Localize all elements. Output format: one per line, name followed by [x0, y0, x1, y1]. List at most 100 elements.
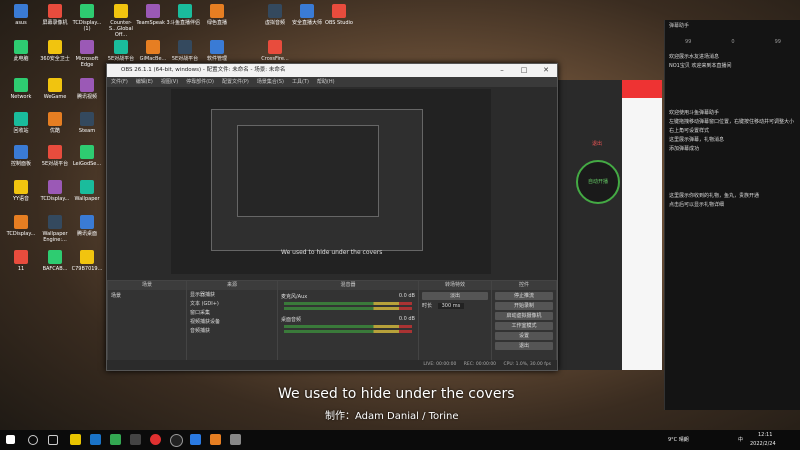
chat-tab[interactable]: 0: [731, 39, 734, 45]
douyu-icon[interactable]: [150, 434, 161, 445]
chat-tab[interactable]: 99: [775, 39, 781, 45]
desktop-icon[interactable]: 斗鱼直播伴侣: [168, 4, 202, 26]
volume-slider[interactable]: [284, 330, 412, 333]
desktop-icon[interactable]: Counter-S...Global Off...: [104, 4, 138, 38]
menu-item[interactable]: 场景集合(S): [257, 79, 284, 85]
desktop-icon[interactable]: 腾讯视频: [70, 78, 104, 100]
desktop-icon[interactable]: Wallpaper: [70, 180, 104, 202]
desktop-icon[interactable]: 控制面板: [4, 145, 38, 167]
source-item[interactable]: 显示器捕获: [187, 290, 277, 299]
live-assistant-window[interactable]: 自动开播 退出: [556, 80, 622, 370]
desktop-icon-label: 11: [17, 266, 25, 272]
desktop-icon[interactable]: 软件管理: [200, 40, 234, 62]
preview-canvas[interactable]: We used to hide under the covers: [171, 89, 491, 274]
app-icon[interactable]: [190, 434, 201, 445]
menu-item[interactable]: 帮助(H): [317, 79, 335, 85]
control-button[interactable]: 启动虚拟摄像机: [495, 312, 553, 320]
source-item[interactable]: 文本 (GDI+): [187, 299, 277, 308]
menu-item[interactable]: 工具(T): [292, 79, 309, 85]
desktop-icon-label: 腾讯桌面: [76, 231, 97, 237]
app-icon[interactable]: [210, 434, 221, 445]
desktop-icon-label: TeamSpeak 3: [136, 20, 170, 26]
exit-label[interactable]: 退出: [592, 140, 602, 147]
chat-message: NO1宝贝 欢迎来到本直播间: [669, 63, 732, 69]
start-icon[interactable]: [6, 435, 15, 444]
chat-message: 左键拖拽移动弹幕窗口位置，右键按住移动并可调整大小: [669, 119, 795, 125]
control-button[interactable]: 工作室模式: [495, 322, 553, 330]
auto-broadcast-button[interactable]: 自动开播: [576, 160, 620, 204]
transition-select[interactable]: 淡出: [422, 292, 488, 300]
volume-slider[interactable]: [284, 307, 412, 310]
app-icon[interactable]: [130, 434, 141, 445]
danmaku-assistant[interactable]: 弹幕助手 99 0 99 欢迎展示水友进场消息 NO1宝贝 欢迎来到本直播间 欢迎使用斗…: [664, 20, 800, 410]
controls-list: 停止推流开始录制启动虚拟摄像机 工作室模式设置退出: [492, 292, 556, 350]
source-item[interactable]: 视频捕获设备: [187, 317, 277, 326]
desktop-icon[interactable]: TCDisplay...(1): [70, 4, 104, 32]
desktop-icon[interactable]: 360安全卫士: [38, 40, 72, 62]
weather[interactable]: 9°C 晴朗: [668, 435, 689, 445]
control-button[interactable]: 开始录制: [495, 302, 553, 310]
desktop-icon[interactable]: 屏幕录像机: [38, 4, 72, 26]
duration-input[interactable]: 300 ms: [437, 303, 465, 309]
file-explorer-icon[interactable]: [70, 434, 81, 445]
desktop-icon[interactable]: OBS Studio: [322, 4, 356, 26]
desktop-icon[interactable]: GiMacBe...: [136, 40, 170, 62]
desktop-icon[interactable]: Microsoft Edge: [70, 40, 104, 68]
desktop-icon[interactable]: 11: [4, 250, 38, 272]
desktop-icon[interactable]: C79B7019...: [70, 250, 104, 272]
channel-name: 麦克风/Aux: [281, 294, 308, 300]
desktop-icon[interactable]: YY语音: [4, 180, 38, 202]
app-icon[interactable]: [110, 434, 121, 445]
chat-tab[interactable]: 99: [685, 39, 691, 45]
desktop-icon[interactable]: TCDisplay...: [4, 215, 38, 237]
desktop-icon[interactable]: LeiGodSe...: [70, 145, 104, 167]
desktop-icon[interactable]: WeGame: [38, 78, 72, 100]
obs-docks: 场景 场景 来源 显示器捕获 文本 (GDI+) 窗口采集 视频捕获设备 音频捕获 混音…: [107, 280, 557, 370]
desktop-icon[interactable]: BAFCAB...: [38, 250, 72, 272]
sources-list: 显示器捕获 文本 (GDI+) 窗口采集 视频捕获设备 音频捕获: [187, 290, 277, 335]
menu-item[interactable]: 配置文件(P): [222, 79, 249, 85]
desktop-icon-label: YY语音: [12, 196, 30, 202]
desktop-icon[interactable]: 绿色直播: [200, 4, 234, 26]
desktop-icon[interactable]: 5E对战平台: [168, 40, 202, 62]
edge-icon[interactable]: [90, 434, 101, 445]
minimize-icon[interactable]: –: [491, 64, 513, 77]
app-icon: [48, 40, 62, 54]
control-button[interactable]: 停止推流: [495, 292, 553, 300]
desktop-icon[interactable]: Network: [4, 78, 38, 100]
desktop-icon[interactable]: Steam: [70, 112, 104, 134]
desktop-icon[interactable]: 5E对战平台: [104, 40, 138, 62]
desktop-icon[interactable]: 回收站: [4, 112, 38, 134]
desktop-icon[interactable]: TCDisplay...: [38, 180, 72, 202]
obs-icon[interactable]: [170, 434, 183, 447]
desktop-icon[interactable]: TeamSpeak 3: [136, 4, 170, 26]
desktop-icon[interactable]: 此电脑: [4, 40, 38, 62]
search-icon[interactable]: [28, 435, 38, 445]
desktop-icon[interactable]: 腾讯桌面: [70, 215, 104, 237]
desktop-icon[interactable]: 虚拟音频: [258, 4, 292, 26]
task-view-icon[interactable]: [48, 435, 58, 445]
desktop-icon[interactable]: 优酷: [38, 112, 72, 134]
menu-item[interactable]: 编辑(E): [136, 79, 153, 85]
maximize-icon[interactable]: □: [513, 64, 535, 77]
source-item[interactable]: 窗口采集: [187, 308, 277, 317]
source-item[interactable]: 音频捕获: [187, 326, 277, 335]
scene-item[interactable]: 场景: [108, 290, 186, 301]
desktop-icon[interactable]: CrossFire...: [258, 40, 292, 62]
input-language[interactable]: 中: [738, 435, 743, 445]
menu-item[interactable]: 停靠部件(D): [186, 79, 214, 85]
obs-statusbar: LIVE: 00:00:00 REC: 00:00:00 CPU: 1.0%, …: [107, 360, 557, 370]
close-icon[interactable]: ✕: [535, 64, 557, 77]
desktop-icon[interactable]: 安全直播大师: [290, 4, 324, 26]
app-icon[interactable]: [230, 434, 241, 445]
control-button[interactable]: 设置: [495, 332, 553, 340]
clock-date[interactable]: 2022/2/24: [750, 439, 776, 449]
menu-item[interactable]: 文件(F): [111, 79, 128, 85]
control-button[interactable]: 退出: [495, 342, 553, 350]
app-icon: [80, 112, 94, 126]
duration-label: 时长: [422, 303, 433, 309]
desktop-icon[interactable]: 5E对战平台: [38, 145, 72, 167]
desktop-icon[interactable]: Wallpaper Engine:...: [38, 215, 72, 243]
desktop-icon[interactable]: asus: [4, 4, 38, 26]
menu-item[interactable]: 视图(V): [161, 79, 178, 85]
